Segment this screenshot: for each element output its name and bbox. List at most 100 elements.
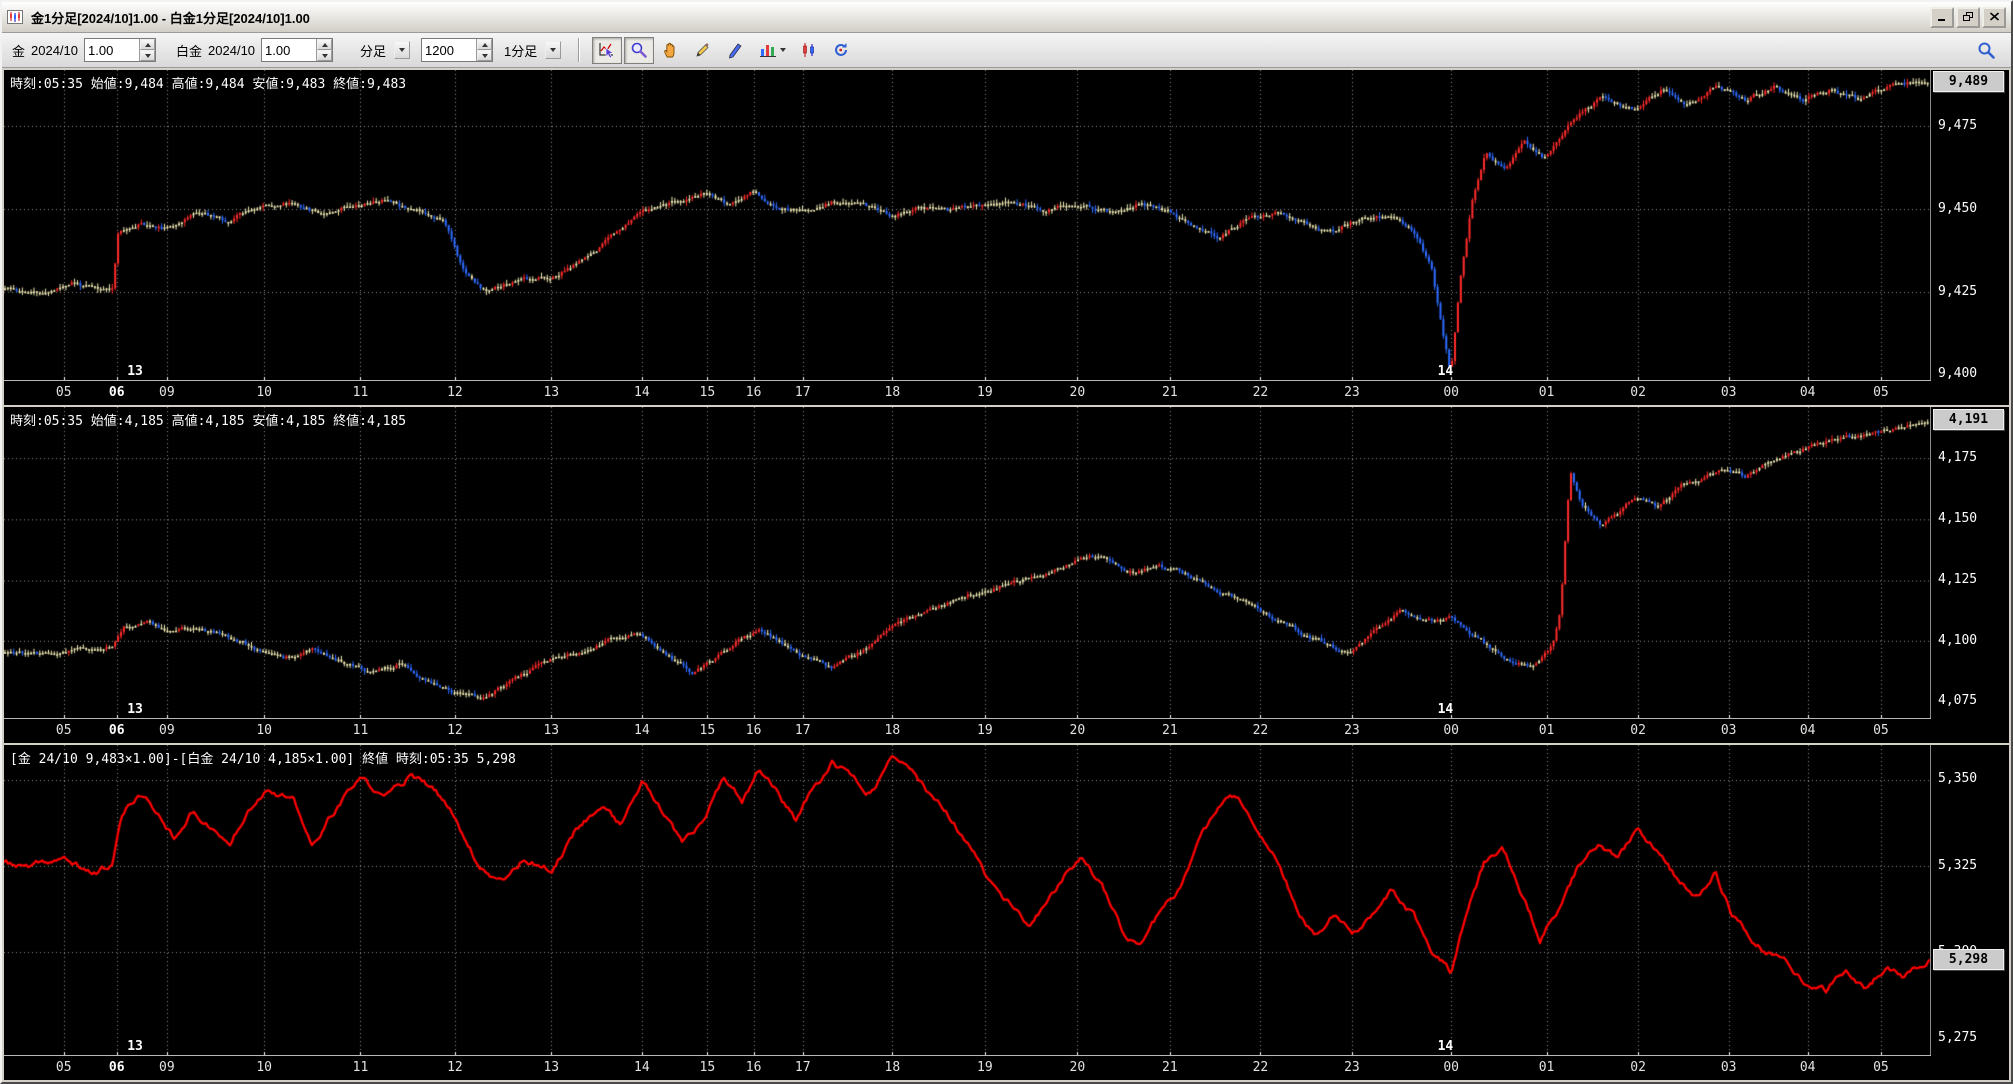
spread-price-axis: 5,3505,3255,3005,2755,298: [1930, 745, 2009, 1080]
chevron-down-icon[interactable]: [545, 41, 561, 59]
platinum-chart-panel: 時刻:05:35 始値:4,185 高値:4,185 安値:4,185 終値:4…: [4, 407, 2009, 742]
chart-stack: 時刻:05:35 始値:9,484 高値:9,484 安値:9,483 終値:9…: [2, 68, 2011, 1082]
time-tick-label: 06: [109, 1060, 125, 1075]
time-tick-label: 00: [1443, 1060, 1459, 1075]
time-tick-label: 02: [1630, 385, 1646, 400]
bar-chart-icon: [759, 41, 777, 59]
time-tick-label: 00: [1443, 385, 1459, 400]
pencil-tool[interactable]: [688, 37, 718, 64]
time-tick-label: 04: [1800, 385, 1816, 400]
window-title: 金1分足[2024/10]1.00 - 白金1分足[2024/10]1.00: [31, 8, 310, 27]
chart-type-tool[interactable]: [752, 37, 792, 64]
time-tick-label: 20: [1070, 1060, 1086, 1075]
restore-button[interactable]: [1956, 7, 1980, 28]
hand-icon: [662, 41, 680, 59]
chevron-down-icon: [780, 48, 786, 52]
interval-type-dropdown[interactable]: 分足: [355, 39, 415, 61]
day-marker: 14: [1438, 364, 1454, 379]
spread-chart-canvas[interactable]: [4, 745, 1931, 1056]
minimize-button[interactable]: [1930, 7, 1954, 28]
time-tick-label: 22: [1253, 723, 1269, 738]
bar-count-input[interactable]: [422, 39, 476, 61]
platinum-multiplier-down-button[interactable]: [317, 50, 332, 61]
time-tick-label: 21: [1162, 1060, 1178, 1075]
platinum-multiplier-input[interactable]: [262, 39, 316, 61]
close-icon: [1989, 12, 2000, 22]
time-tick-label: 18: [885, 723, 901, 738]
price-label: 4,125: [1938, 572, 1977, 587]
time-tick-label: 12: [447, 723, 463, 738]
time-tick-label: 16: [746, 1060, 762, 1075]
platinum-quote-info: 時刻:05:35 始値:4,185 高値:4,185 安値:4,185 終値:4…: [10, 410, 406, 429]
pencil-icon: [694, 41, 712, 59]
time-tick-label: 15: [700, 385, 716, 400]
search-tool[interactable]: [1971, 37, 2001, 64]
time-tick-label: 03: [1721, 723, 1737, 738]
gold-plot-area[interactable]: 時刻:05:35 始値:9,484 高値:9,484 安値:9,483 終値:9…: [4, 70, 1931, 381]
day-marker: 13: [127, 702, 143, 717]
toolbar: 金 2024/10 白金 2024/10 分足: [2, 33, 2011, 68]
candlestick-icon: [800, 41, 818, 59]
gold-multiplier-up-button[interactable]: [140, 39, 155, 50]
time-tick-label: 14: [634, 723, 650, 738]
zoom-tool[interactable]: [624, 37, 654, 64]
time-tick-label: 11: [353, 723, 369, 738]
gold-multiplier-down-button[interactable]: [140, 50, 155, 61]
price-label: 5,325: [1938, 858, 1977, 873]
time-tick-label: 14: [634, 1060, 650, 1075]
platinum-month-label: 2024/10: [208, 43, 255, 58]
bar-count-down-button[interactable]: [477, 50, 492, 61]
pan-tool[interactable]: [656, 37, 686, 64]
time-tick-label: 04: [1800, 1060, 1816, 1075]
time-tick-label: 21: [1162, 385, 1178, 400]
spread-quote-info: [金 24/10 9,483×1.00]-[白金 24/10 4,185×1.0…: [10, 748, 516, 767]
time-tick-label: 10: [256, 723, 272, 738]
close-button[interactable]: [1982, 7, 2006, 28]
day-marker: 14: [1438, 1039, 1454, 1054]
platinum-multiplier-up-button[interactable]: [317, 39, 332, 50]
app-icon: [7, 9, 25, 25]
spread-time-axis: 0506091011121314151617181920212223000102…: [4, 1055, 1931, 1080]
time-tick-label: 15: [700, 1060, 716, 1075]
time-tick-label: 09: [159, 385, 175, 400]
platinum-chart-canvas[interactable]: [4, 407, 1931, 718]
select-tool[interactable]: [592, 37, 622, 64]
gold-quote-info: 時刻:05:35 始値:9,484 高値:9,484 安値:9,483 終値:9…: [10, 73, 406, 92]
time-tick-label: 23: [1344, 723, 1360, 738]
toolbar-separator: [578, 38, 580, 62]
marker-tool[interactable]: [720, 37, 750, 64]
gold-label: 金: [12, 41, 25, 60]
price-label: 4,175: [1938, 450, 1977, 465]
app-window: 金1分足[2024/10]1.00 - 白金1分足[2024/10]1.00: [0, 0, 2013, 1084]
pen-nib-icon: [726, 41, 744, 59]
candlestick-compare-tool[interactable]: [794, 37, 824, 64]
time-tick-label: 05: [56, 385, 72, 400]
time-tick-label: 13: [543, 1060, 559, 1075]
interval-dropdown[interactable]: 1分足: [499, 39, 566, 61]
time-tick-label: 12: [447, 1060, 463, 1075]
time-tick-label: 05: [1873, 1060, 1889, 1075]
time-tick-label: 02: [1630, 1060, 1646, 1075]
time-tick-label: 05: [1873, 385, 1889, 400]
time-tick-label: 06: [109, 385, 125, 400]
titlebar[interactable]: 金1分足[2024/10]1.00 - 白金1分足[2024/10]1.00: [2, 2, 2011, 33]
gold-chart-canvas[interactable]: [4, 70, 1931, 381]
gold-multiplier-input[interactable]: [85, 39, 139, 61]
gold-time-axis: 0506091011121314151617181920212223000102…: [4, 380, 1931, 405]
price-label: 9,475: [1938, 118, 1977, 133]
gold-month-label: 2024/10: [31, 43, 78, 58]
time-tick-label: 18: [885, 1060, 901, 1075]
time-tick-label: 23: [1344, 1060, 1360, 1075]
bar-count-spinner: [421, 38, 493, 62]
bar-count-up-button[interactable]: [477, 39, 492, 50]
magnifier-icon: [630, 41, 648, 59]
interval-type-label: 分足: [360, 41, 386, 60]
time-tick-label: 00: [1443, 723, 1459, 738]
platinum-plot-area[interactable]: 時刻:05:35 始値:4,185 高値:4,185 安値:4,185 終値:4…: [4, 407, 1931, 718]
refresh-tool[interactable]: [826, 37, 856, 64]
chevron-down-icon[interactable]: [394, 41, 410, 59]
day-marker: 14: [1438, 702, 1454, 717]
time-tick-label: 12: [447, 385, 463, 400]
spread-plot-area[interactable]: [金 24/10 9,483×1.00]-[白金 24/10 4,185×1.0…: [4, 745, 1931, 1056]
price-label: 9,450: [1938, 201, 1977, 216]
